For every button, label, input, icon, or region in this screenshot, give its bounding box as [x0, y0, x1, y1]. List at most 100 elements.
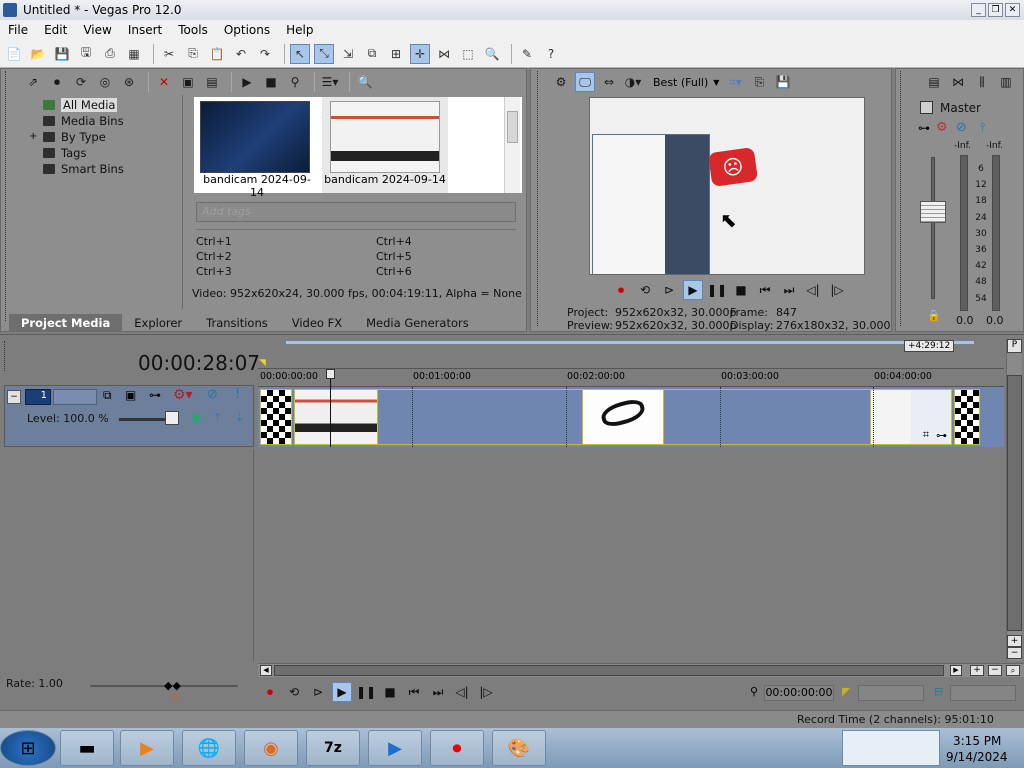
previous-frame-icon[interactable]: ◁| [452, 682, 472, 702]
envelope-tool-icon[interactable]: ⤡ [314, 43, 334, 64]
selection-tool-icon[interactable]: ⬚ [458, 44, 478, 64]
save-icon[interactable]: 💾 [52, 44, 72, 64]
next-frame-icon[interactable]: |▷ [476, 682, 496, 702]
ignore-grouping-icon[interactable]: ✛ [410, 43, 430, 64]
go-to-start-icon[interactable]: ⏮ [755, 280, 775, 300]
zoom-out-horizontal-button[interactable]: − [988, 665, 1002, 676]
taskbar-app-globe-icon[interactable]: 🌐 [182, 730, 236, 766]
track-solo-icon[interactable]: ! [235, 387, 240, 402]
zoom-in-horizontal-button[interactable]: + [970, 665, 984, 676]
preview-properties-icon[interactable]: ⚙ [551, 72, 571, 92]
minimize-button[interactable]: _ [971, 3, 986, 17]
media-properties-icon[interactable]: ▤ [202, 72, 222, 92]
copy-icon[interactable]: ⎘ [183, 44, 203, 64]
tree-item-by-type[interactable]: + By Type [29, 129, 182, 145]
video-event[interactable] [954, 389, 980, 445]
get-media-icon[interactable]: ⟳ [71, 72, 91, 92]
stop-icon[interactable]: ■ [380, 682, 400, 702]
cut-icon[interactable]: ✂ [159, 44, 179, 64]
track-collapse-button[interactable]: − [7, 390, 21, 404]
video-event[interactable] [582, 389, 664, 445]
taskbar-app-paint-icon[interactable]: 🎨 [492, 730, 546, 766]
track-fx-icon[interactable]: ▣ [125, 388, 136, 402]
make-child-icon[interactable]: ⇣ [235, 411, 244, 424]
stop-icon[interactable]: ■ [731, 280, 751, 300]
media-thumb[interactable]: bandicam 2024-09-14 [322, 97, 448, 193]
video-event[interactable] [294, 389, 378, 445]
timeline-grip[interactable] [4, 341, 12, 371]
preview-grip[interactable] [537, 71, 545, 326]
timeline-ruler[interactable]: 00:00:00:00 00:01:00:00 00:02:00:00 00:0… [258, 369, 1004, 387]
loop-playback-icon[interactable]: ⟲ [284, 682, 304, 702]
preview-quality-dropdown[interactable]: Best (Full) ▼ [653, 76, 719, 89]
playhead-handle[interactable] [326, 369, 335, 379]
master-mute-icon[interactable]: ⊘ [956, 120, 967, 135]
video-event[interactable] [260, 389, 292, 445]
taskbar-app-firefox-icon[interactable]: ◉ [244, 730, 298, 766]
play-from-start-icon[interactable]: ⊳ [659, 280, 679, 300]
play-icon[interactable]: ▶ [683, 280, 703, 300]
master-settings-icon[interactable]: ⚙ [936, 120, 948, 135]
timeline-vscroll[interactable]: P + − [1006, 339, 1022, 661]
overlays-icon[interactable]: ⌗▾ [725, 72, 745, 92]
loop-playback-icon[interactable]: ⟲ [635, 280, 655, 300]
loop-region-bar[interactable] [286, 341, 974, 344]
pause-icon[interactable]: ❚❚ [356, 682, 376, 702]
properties-icon[interactable]: ▦ [124, 44, 144, 64]
selection-start-field[interactable] [858, 685, 924, 701]
track-mute-icon[interactable]: ⊘ [207, 387, 218, 402]
composite-mode-icon[interactable]: ⊶ [149, 388, 161, 402]
taskbar-app-vegas-icon[interactable]: ▶ [368, 730, 422, 766]
stop-preview-icon[interactable]: ■ [261, 72, 281, 92]
tree-item-smart-bins[interactable]: Smart Bins [43, 161, 182, 177]
thumb-scrollbar[interactable] [504, 97, 520, 193]
normal-edit-tool-icon[interactable]: ↖ [290, 43, 310, 64]
zoom-in-button[interactable]: + [1007, 635, 1022, 647]
menu-help[interactable]: Help [278, 23, 321, 37]
video-event[interactable]: ⌗ ⊶ [870, 389, 952, 445]
master-bus-icon[interactable] [920, 101, 933, 114]
views-icon[interactable]: ☰▾ [320, 72, 340, 92]
media-thumb[interactable]: bandicam 2024-09-14 [200, 101, 314, 199]
paste-icon[interactable]: 📋 [207, 44, 227, 64]
save-as-icon[interactable]: 🖫 [76, 44, 96, 64]
master-fx-icon[interactable]: ⊶ [918, 121, 930, 135]
search-media-icon[interactable]: ⊛ [119, 72, 139, 92]
taskbar-app-bandicam-icon[interactable]: ⏺ [430, 730, 484, 766]
downmix-icon[interactable]: ⋈ [948, 72, 968, 92]
new-file-icon[interactable]: 📄 [4, 44, 24, 64]
zoom-tool-icon[interactable]: 🔍 [482, 44, 502, 64]
split-screen-icon[interactable]: ◑▾ [623, 72, 643, 92]
timeline-properties-icon[interactable]: P [1007, 339, 1022, 353]
master-input-icon[interactable]: ⫯ [980, 120, 985, 135]
track-settings-icon[interactable]: ⚙▾ [173, 387, 193, 403]
track-name-field[interactable] [53, 389, 97, 405]
tab-video-fx[interactable]: Video FX [280, 314, 354, 332]
make-parent-icon[interactable]: ⇡ [213, 411, 222, 424]
media-fx-icon[interactable]: ▣ [178, 72, 198, 92]
capture-icon[interactable]: ⏺ [47, 72, 67, 92]
play-preview-icon[interactable]: ▶ [237, 72, 257, 92]
auto-ripple-icon[interactable]: ⧉ [362, 44, 382, 64]
selection-length-field[interactable] [950, 685, 1016, 701]
tree-item-tags[interactable]: Tags [43, 145, 182, 161]
redo-icon[interactable]: ↷ [255, 44, 275, 64]
web-media-icon[interactable]: ◎ [95, 72, 115, 92]
tab-media-generators[interactable]: Media Generators [354, 314, 481, 332]
timeline-hscroll[interactable]: ◀ ▶ + − ⌕ [258, 663, 1024, 677]
taskbar-app-media-player-icon[interactable]: ▶ [120, 730, 174, 766]
crop-icon[interactable]: ⌗ [923, 428, 929, 442]
record-icon[interactable]: ⏺ [260, 682, 280, 702]
import-media-icon[interactable]: ⇗ [23, 72, 43, 92]
snapping-icon[interactable]: ⇲ [338, 44, 358, 64]
master-fader[interactable] [920, 201, 946, 223]
close-button[interactable]: ✕ [1005, 3, 1020, 17]
tab-explorer[interactable]: Explorer [122, 314, 194, 332]
undo-icon[interactable]: ↶ [231, 44, 251, 64]
go-to-end-icon[interactable]: ⏭ [428, 682, 448, 702]
event-fx-icon[interactable]: ⊶ [936, 429, 947, 442]
render-icon[interactable]: ⎙ [100, 44, 120, 64]
mixer-grip[interactable] [900, 71, 908, 326]
save-snapshot-icon[interactable]: 💾 [773, 72, 793, 92]
previous-frame-icon[interactable]: ◁| [803, 280, 823, 300]
